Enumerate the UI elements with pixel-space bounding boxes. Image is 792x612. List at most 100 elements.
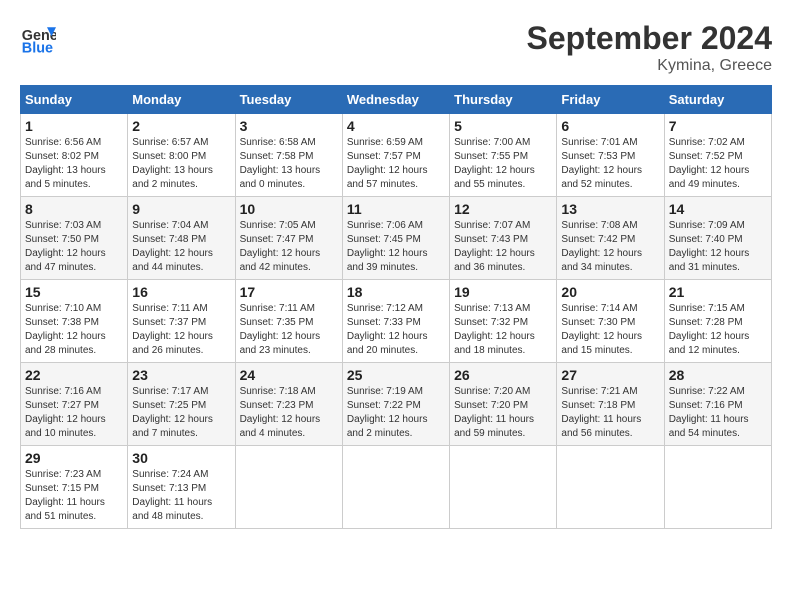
day-info: Sunrise: 7:20 AMSunset: 7:20 PMDaylight:… (454, 386, 534, 439)
day-info: Sunrise: 7:07 AMSunset: 7:43 PMDaylight:… (454, 220, 535, 273)
day-info: Sunrise: 7:15 AMSunset: 7:28 PMDaylight:… (669, 303, 750, 356)
page-container: General Blue September 2024 Kymina, Gree… (20, 20, 772, 529)
day-info: Sunrise: 6:56 AMSunset: 8:02 PMDaylight:… (25, 137, 106, 190)
day-info: Sunrise: 7:11 AMSunset: 7:35 PMDaylight:… (240, 303, 321, 356)
calendar-day-cell: 13 Sunrise: 7:08 AMSunset: 7:42 PMDaylig… (557, 197, 664, 280)
month-title: September 2024 (527, 20, 772, 57)
day-info: Sunrise: 7:21 AMSunset: 7:18 PMDaylight:… (561, 386, 641, 439)
header-tuesday: Tuesday (235, 86, 342, 114)
day-number: 23 (132, 367, 230, 383)
day-info: Sunrise: 7:13 AMSunset: 7:32 PMDaylight:… (454, 303, 535, 356)
calendar-day-cell: 16 Sunrise: 7:11 AMSunset: 7:37 PMDaylig… (128, 280, 235, 363)
day-number: 25 (347, 367, 445, 383)
calendar-day-cell: 11 Sunrise: 7:06 AMSunset: 7:45 PMDaylig… (342, 197, 449, 280)
logo-icon: General Blue (20, 20, 56, 56)
day-info: Sunrise: 6:58 AMSunset: 7:58 PMDaylight:… (240, 137, 321, 190)
day-info: Sunrise: 6:57 AMSunset: 8:00 PMDaylight:… (132, 137, 213, 190)
empty-cell (557, 446, 664, 529)
day-info: Sunrise: 7:11 AMSunset: 7:37 PMDaylight:… (132, 303, 213, 356)
calendar-week-row: 22 Sunrise: 7:16 AMSunset: 7:27 PMDaylig… (21, 363, 772, 446)
calendar-day-cell: 30 Sunrise: 7:24 AMSunset: 7:13 PMDaylig… (128, 446, 235, 529)
day-number: 2 (132, 118, 230, 134)
calendar-day-cell: 2 Sunrise: 6:57 AMSunset: 8:00 PMDayligh… (128, 114, 235, 197)
day-number: 12 (454, 201, 552, 217)
calendar-day-cell: 23 Sunrise: 7:17 AMSunset: 7:25 PMDaylig… (128, 363, 235, 446)
day-number: 9 (132, 201, 230, 217)
calendar-day-cell: 8 Sunrise: 7:03 AMSunset: 7:50 PMDayligh… (21, 197, 128, 280)
calendar-week-row: 15 Sunrise: 7:10 AMSunset: 7:38 PMDaylig… (21, 280, 772, 363)
calendar-day-cell: 4 Sunrise: 6:59 AMSunset: 7:57 PMDayligh… (342, 114, 449, 197)
day-number: 5 (454, 118, 552, 134)
day-number: 19 (454, 284, 552, 300)
calendar-day-cell: 7 Sunrise: 7:02 AMSunset: 7:52 PMDayligh… (664, 114, 771, 197)
calendar-day-cell: 17 Sunrise: 7:11 AMSunset: 7:35 PMDaylig… (235, 280, 342, 363)
header-saturday: Saturday (664, 86, 771, 114)
day-number: 11 (347, 201, 445, 217)
day-info: Sunrise: 6:59 AMSunset: 7:57 PMDaylight:… (347, 137, 428, 190)
calendar-day-cell: 24 Sunrise: 7:18 AMSunset: 7:23 PMDaylig… (235, 363, 342, 446)
day-number: 28 (669, 367, 767, 383)
calendar-day-cell: 15 Sunrise: 7:10 AMSunset: 7:38 PMDaylig… (21, 280, 128, 363)
empty-cell (664, 446, 771, 529)
calendar-day-cell: 27 Sunrise: 7:21 AMSunset: 7:18 PMDaylig… (557, 363, 664, 446)
calendar-day-cell: 28 Sunrise: 7:22 AMSunset: 7:16 PMDaylig… (664, 363, 771, 446)
day-number: 26 (454, 367, 552, 383)
day-number: 4 (347, 118, 445, 134)
calendar-day-cell: 20 Sunrise: 7:14 AMSunset: 7:30 PMDaylig… (557, 280, 664, 363)
day-info: Sunrise: 7:01 AMSunset: 7:53 PMDaylight:… (561, 137, 642, 190)
header-monday: Monday (128, 86, 235, 114)
day-info: Sunrise: 7:17 AMSunset: 7:25 PMDaylight:… (132, 386, 213, 439)
day-number: 3 (240, 118, 338, 134)
day-info: Sunrise: 7:10 AMSunset: 7:38 PMDaylight:… (25, 303, 106, 356)
calendar-week-row: 8 Sunrise: 7:03 AMSunset: 7:50 PMDayligh… (21, 197, 772, 280)
calendar-day-cell: 10 Sunrise: 7:05 AMSunset: 7:47 PMDaylig… (235, 197, 342, 280)
day-info: Sunrise: 7:19 AMSunset: 7:22 PMDaylight:… (347, 386, 428, 439)
day-number: 30 (132, 450, 230, 466)
calendar-day-cell: 25 Sunrise: 7:19 AMSunset: 7:22 PMDaylig… (342, 363, 449, 446)
day-info: Sunrise: 7:09 AMSunset: 7:40 PMDaylight:… (669, 220, 750, 273)
calendar-day-cell: 29 Sunrise: 7:23 AMSunset: 7:15 PMDaylig… (21, 446, 128, 529)
day-number: 29 (25, 450, 123, 466)
day-info: Sunrise: 7:16 AMSunset: 7:27 PMDaylight:… (25, 386, 106, 439)
day-info: Sunrise: 7:24 AMSunset: 7:13 PMDaylight:… (132, 469, 212, 522)
day-number: 27 (561, 367, 659, 383)
day-number: 22 (25, 367, 123, 383)
calendar-day-cell: 5 Sunrise: 7:00 AMSunset: 7:55 PMDayligh… (450, 114, 557, 197)
day-info: Sunrise: 7:18 AMSunset: 7:23 PMDaylight:… (240, 386, 321, 439)
day-info: Sunrise: 7:04 AMSunset: 7:48 PMDaylight:… (132, 220, 213, 273)
day-info: Sunrise: 7:06 AMSunset: 7:45 PMDaylight:… (347, 220, 428, 273)
calendar-table: SundayMondayTuesdayWednesdayThursdayFrid… (20, 85, 772, 529)
location-subtitle: Kymina, Greece (527, 57, 772, 75)
calendar-day-cell: 26 Sunrise: 7:20 AMSunset: 7:20 PMDaylig… (450, 363, 557, 446)
day-number: 15 (25, 284, 123, 300)
day-number: 8 (25, 201, 123, 217)
empty-cell (235, 446, 342, 529)
calendar-day-cell: 22 Sunrise: 7:16 AMSunset: 7:27 PMDaylig… (21, 363, 128, 446)
day-info: Sunrise: 7:08 AMSunset: 7:42 PMDaylight:… (561, 220, 642, 273)
calendar-day-cell: 14 Sunrise: 7:09 AMSunset: 7:40 PMDaylig… (664, 197, 771, 280)
calendar-day-cell: 3 Sunrise: 6:58 AMSunset: 7:58 PMDayligh… (235, 114, 342, 197)
day-info: Sunrise: 7:02 AMSunset: 7:52 PMDaylight:… (669, 137, 750, 190)
day-number: 21 (669, 284, 767, 300)
calendar-week-row: 1 Sunrise: 6:56 AMSunset: 8:02 PMDayligh… (21, 114, 772, 197)
day-number: 18 (347, 284, 445, 300)
empty-cell (342, 446, 449, 529)
calendar-day-cell: 12 Sunrise: 7:07 AMSunset: 7:43 PMDaylig… (450, 197, 557, 280)
day-info: Sunrise: 7:03 AMSunset: 7:50 PMDaylight:… (25, 220, 106, 273)
title-area: September 2024 Kymina, Greece (527, 20, 772, 75)
calendar-day-cell: 21 Sunrise: 7:15 AMSunset: 7:28 PMDaylig… (664, 280, 771, 363)
day-number: 7 (669, 118, 767, 134)
header-wednesday: Wednesday (342, 86, 449, 114)
header-thursday: Thursday (450, 86, 557, 114)
header: General Blue September 2024 Kymina, Gree… (20, 20, 772, 75)
calendar-day-cell: 18 Sunrise: 7:12 AMSunset: 7:33 PMDaylig… (342, 280, 449, 363)
day-info: Sunrise: 7:14 AMSunset: 7:30 PMDaylight:… (561, 303, 642, 356)
logo: General Blue (20, 20, 56, 56)
empty-cell (450, 446, 557, 529)
day-number: 24 (240, 367, 338, 383)
day-info: Sunrise: 7:00 AMSunset: 7:55 PMDaylight:… (454, 137, 535, 190)
day-number: 1 (25, 118, 123, 134)
day-number: 10 (240, 201, 338, 217)
day-number: 14 (669, 201, 767, 217)
day-info: Sunrise: 7:05 AMSunset: 7:47 PMDaylight:… (240, 220, 321, 273)
